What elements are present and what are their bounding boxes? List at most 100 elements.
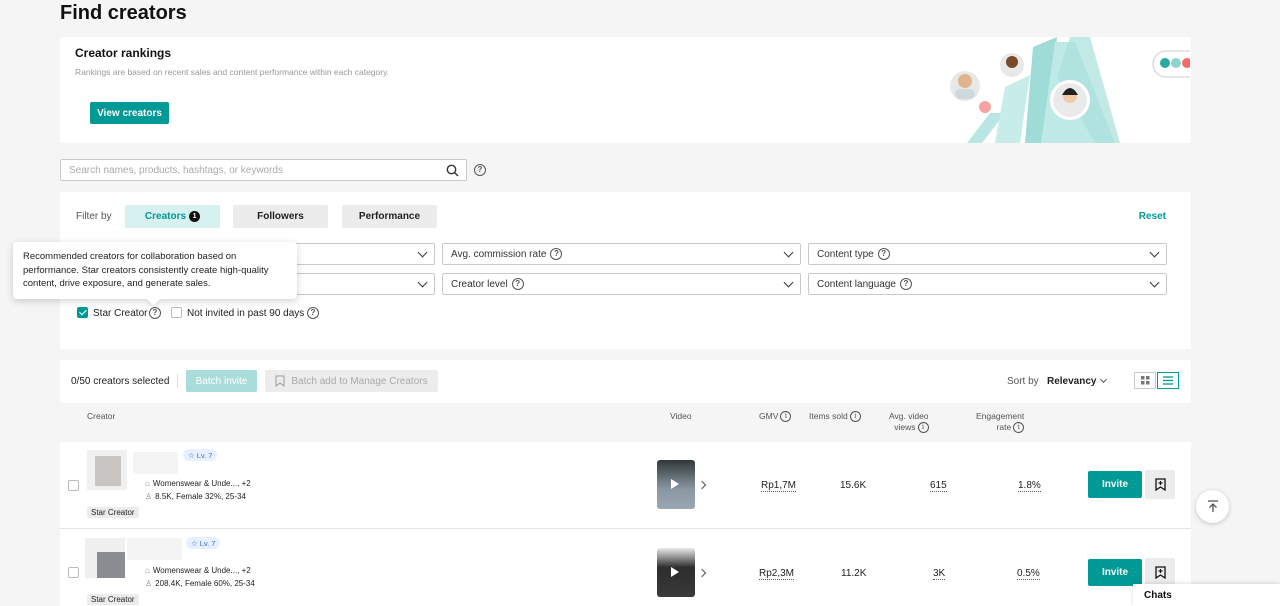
play-icon xyxy=(671,567,679,577)
shop-icon: ⌂ xyxy=(145,566,150,575)
gmv-value: Rp1,7M xyxy=(761,480,797,492)
column-engagement: Engagement rate i xyxy=(976,411,1025,434)
level-icon: ☆ xyxy=(188,450,195,460)
dropdown-label: Creator level xyxy=(451,278,508,290)
user-icon: ♙ xyxy=(145,579,153,588)
invite-button[interactable]: Invite xyxy=(1088,559,1142,586)
column-gmv: GMV i xyxy=(759,411,792,423)
creator-audience: ♙ 208.4K, Female 60%, 25-34 xyxy=(145,579,255,588)
bookmark-icon xyxy=(1154,566,1166,579)
star-creator-checkbox[interactable] xyxy=(77,307,88,318)
view-creators-button[interactable]: View creators xyxy=(90,102,169,124)
banner-description: Rankings are based on recent sales and c… xyxy=(75,67,390,77)
dropdown-filter-4[interactable] xyxy=(290,273,435,295)
dropdown-label: Content type xyxy=(817,248,874,260)
grid-view-icon[interactable] xyxy=(1134,372,1156,389)
info-icon[interactable]: i xyxy=(849,411,861,423)
avg-views-value: 615 xyxy=(930,480,947,492)
results-panel: 0/50 creators selected Batch invite Batc… xyxy=(60,360,1191,606)
tab-performance[interactable]: Performance xyxy=(342,205,437,228)
chevron-down-icon xyxy=(1099,375,1108,384)
gmv-value: Rp2,3M xyxy=(759,568,795,580)
video-thumbnail[interactable] xyxy=(657,548,695,597)
star-creator-label: Star Creator xyxy=(93,308,148,319)
avg-views-value: 3K xyxy=(933,568,946,580)
batch-add-label: Batch add to Manage Creators xyxy=(291,375,428,387)
chevron-down-icon xyxy=(1149,277,1160,288)
tab-count-badge: 1 xyxy=(189,211,201,222)
play-icon xyxy=(671,479,679,489)
invite-button[interactable]: Invite xyxy=(1088,471,1142,498)
filter-by-label: Filter by xyxy=(76,211,112,222)
search-help-icon[interactable]: ? xyxy=(474,164,486,176)
tab-followers[interactable]: Followers xyxy=(233,205,328,228)
row-checkbox[interactable] xyxy=(68,480,79,491)
chevron-down-icon xyxy=(1149,247,1160,258)
star-creator-tooltip: Recommended creators for collaboration b… xyxy=(13,242,297,299)
dropdown-label: Content language xyxy=(817,278,896,290)
star-creator-tag: Star Creator xyxy=(87,594,139,605)
info-icon[interactable]: i xyxy=(780,411,792,423)
help-icon[interactable]: ? xyxy=(550,248,563,260)
chevron-down-icon xyxy=(417,247,428,258)
back-to-top-icon xyxy=(1207,500,1218,512)
help-icon[interactable]: ? xyxy=(877,248,890,260)
creator-rankings-banner: Creator rankings Rankings are based on r… xyxy=(60,37,1191,143)
chevron-right-icon[interactable] xyxy=(697,480,707,490)
batch-invite-button[interactable]: Batch invite xyxy=(186,370,257,392)
dropdown-commission-rate[interactable]: Avg. commission rate ? xyxy=(442,243,801,265)
row-checkbox[interactable] xyxy=(68,567,79,578)
table-row: ☆ Lv. 7 ⌂ Womenswear & Unde..., +2 ♙ 8.5K, … xyxy=(60,442,1191,529)
user-icon: ♙ xyxy=(145,492,153,501)
info-icon[interactable]: i xyxy=(917,422,929,434)
list-view-icon[interactable] xyxy=(1157,372,1179,389)
creator-audience: ♙ 8.5K, Female 32%, 25-34 xyxy=(145,492,246,501)
divider xyxy=(177,374,178,388)
rankings-illustration xyxy=(950,37,1190,143)
search-icon[interactable] xyxy=(446,164,459,177)
dropdown-content-language[interactable]: Content language ? xyxy=(808,273,1167,295)
tab-creators[interactable]: Creators 1 xyxy=(125,205,220,228)
help-icon[interactable]: ? xyxy=(511,278,524,290)
avatar[interactable] xyxy=(85,538,125,578)
tab-label: Followers xyxy=(257,211,304,222)
dropdown-creator-level[interactable]: Creator level ? xyxy=(442,273,801,295)
chats-widget[interactable]: Chats xyxy=(1133,584,1280,606)
not-invited-checkbox[interactable] xyxy=(171,307,182,318)
star-creator-tag: Star Creator xyxy=(87,507,139,518)
sort-dropdown[interactable]: Relevancy xyxy=(1047,376,1096,387)
column-creator: Creator xyxy=(87,411,116,421)
video-thumbnail[interactable] xyxy=(657,460,695,509)
reset-link[interactable]: Reset xyxy=(1139,211,1166,222)
column-avg-views: Avg. video views i xyxy=(889,411,929,434)
dropdown-filter-1[interactable] xyxy=(290,243,435,265)
table-header: Creator Video GMV i Items sold i Avg. vide… xyxy=(60,403,1191,443)
items-sold-value: 11.2K xyxy=(841,568,867,579)
back-to-top-button[interactable] xyxy=(1196,490,1229,523)
creator-name-placeholder[interactable] xyxy=(133,452,178,474)
chevron-down-icon xyxy=(417,277,428,288)
engagement-value: 0.5% xyxy=(1017,568,1040,580)
items-sold-value: 15.6K xyxy=(840,480,867,491)
help-icon[interactable]: ? xyxy=(899,278,912,290)
chevron-right-icon[interactable] xyxy=(697,568,707,578)
column-video: Video xyxy=(670,411,692,421)
star-creator-help-icon[interactable]: ? xyxy=(149,307,161,319)
tab-label: Creators xyxy=(144,211,187,222)
search-bar xyxy=(60,159,467,181)
engagement-value: 1.8% xyxy=(1018,480,1041,492)
batch-add-button[interactable]: Batch add to Manage Creators xyxy=(265,370,438,392)
bookmark-icon xyxy=(1154,478,1166,491)
bookmark-button[interactable] xyxy=(1145,470,1175,499)
dropdown-content-type[interactable]: Content type ? xyxy=(808,243,1167,265)
shop-icon: ⌂ xyxy=(145,479,150,488)
creator-name-placeholder[interactable] xyxy=(127,538,182,560)
level-icon: ☆ xyxy=(191,538,198,548)
avatar[interactable] xyxy=(87,450,127,490)
info-icon[interactable]: i xyxy=(1013,422,1025,434)
not-invited-help-icon[interactable]: ? xyxy=(307,307,319,319)
bookmark-button[interactable] xyxy=(1145,558,1175,587)
level-badge: ☆ Lv. 7 xyxy=(183,449,218,461)
not-invited-label: Not invited in past 90 days xyxy=(187,308,305,319)
search-input[interactable] xyxy=(61,160,431,181)
